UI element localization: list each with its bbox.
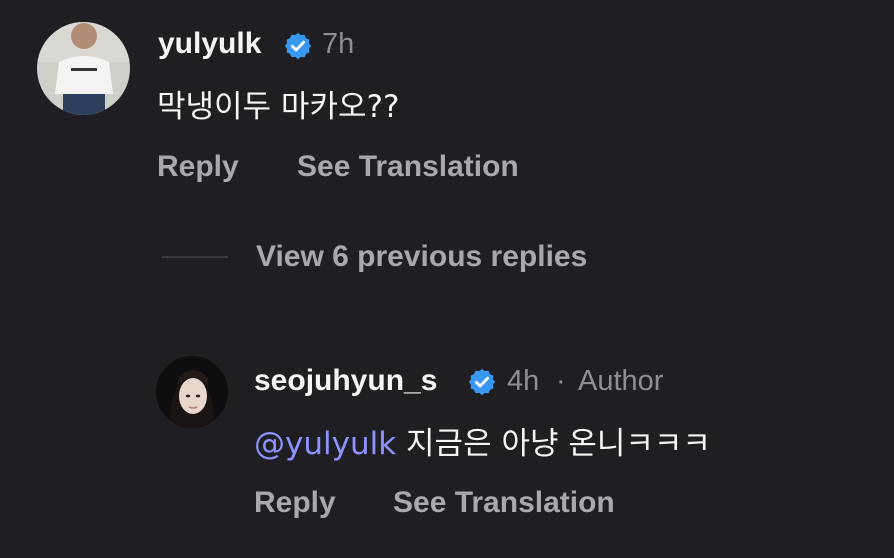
comments-thread: yulyulk 7h 막냉이두 마카오?? Reply See Translat… xyxy=(0,0,894,558)
avatar-yulyulk[interactable] xyxy=(37,22,130,115)
comment-text: 막냉이두 마카오?? xyxy=(157,89,400,125)
see-translation-button[interactable]: See Translation xyxy=(297,150,519,184)
reply-button[interactable]: Reply xyxy=(157,150,239,184)
reply-text-body: 지금은 아냥 온니ㅋㅋㅋ xyxy=(406,426,711,462)
reply-button[interactable]: Reply xyxy=(254,486,336,520)
reply-meta-separator: · xyxy=(556,365,566,397)
mention-link[interactable]: @yulyulk xyxy=(254,426,396,462)
view-previous-replies-button[interactable]: View 6 previous replies xyxy=(256,240,587,274)
see-translation-button[interactable]: See Translation xyxy=(393,486,615,520)
reply-time: 4h xyxy=(507,365,540,397)
view-replies-divider xyxy=(162,256,228,258)
author-label: Author xyxy=(578,365,664,397)
comment-time: 7h xyxy=(322,28,355,60)
verified-badge-icon xyxy=(283,31,313,66)
comment-username[interactable]: yulyulk xyxy=(158,27,261,61)
reply-username[interactable]: seojuhyun_s xyxy=(254,364,437,398)
avatar-seojuhyun[interactable] xyxy=(156,356,228,428)
reply-text: @yulyulk 지금은 아냥 온니ㅋㅋㅋ xyxy=(254,418,711,463)
verified-badge-icon xyxy=(467,367,497,402)
